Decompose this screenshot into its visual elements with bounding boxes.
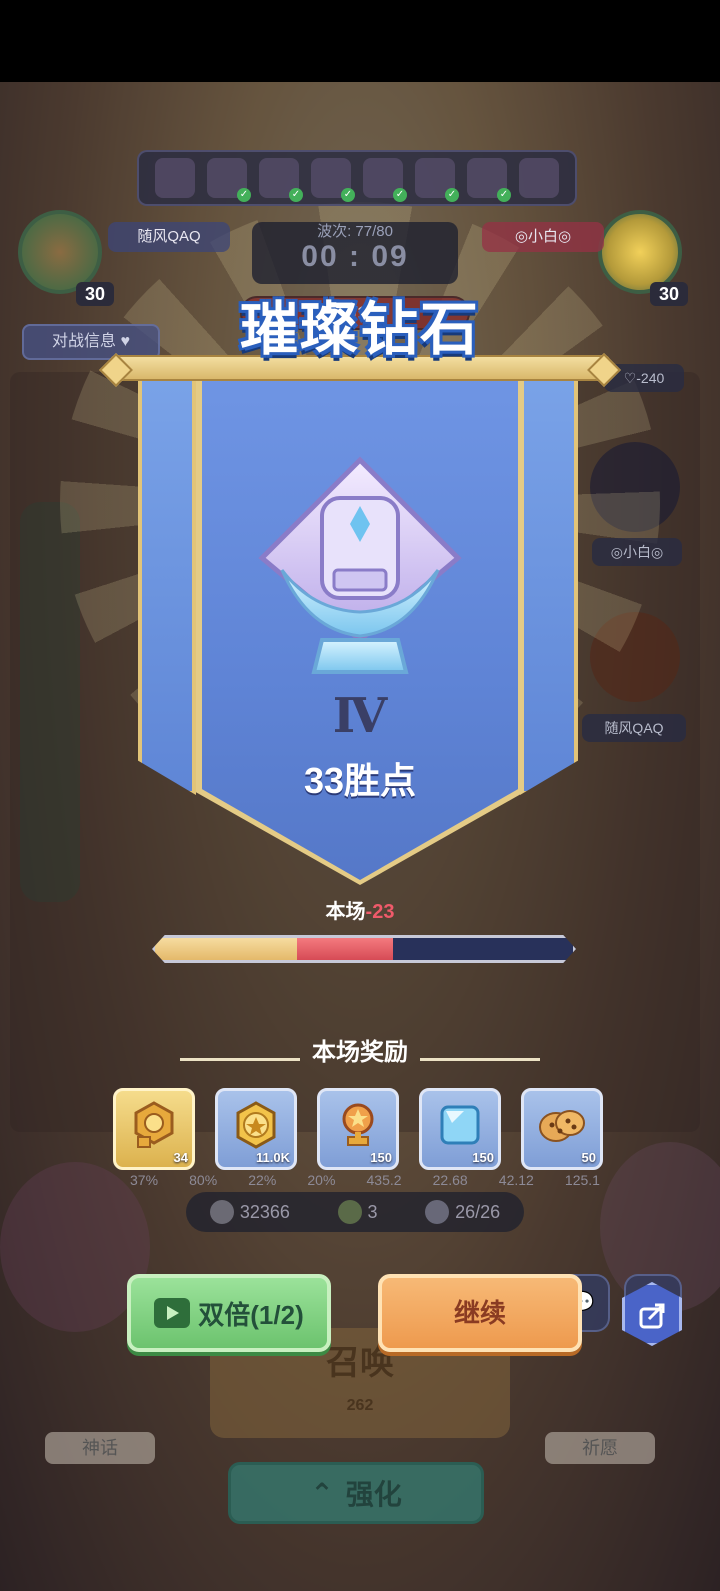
double-reward-label: 双倍(1/2)	[198, 1299, 304, 1330]
gold-key-icon	[134, 1101, 174, 1148]
coin-icon	[209, 1200, 234, 1224]
reward-list: 34 11.0K 150 150 50	[113, 1088, 603, 1170]
hero-unit-slot: ✓	[467, 158, 511, 202]
check-icon: ✓	[237, 188, 251, 202]
win-points: 33胜点	[303, 760, 417, 801]
coins-stat: 32366	[209, 1200, 290, 1224]
myth-tab: 神话	[45, 1432, 155, 1464]
progress-lost-fill	[297, 938, 394, 960]
reward-qty: 50	[581, 1150, 596, 1165]
left-player-name: 随风QAQ	[108, 222, 230, 252]
percent-value: 22.68	[432, 1172, 468, 1188]
check-icon: ✓	[289, 188, 303, 202]
chevron-up-icon: ⌃	[310, 1477, 334, 1509]
units-stat: 26/26	[425, 1200, 500, 1224]
hero-unit-slot: ✓	[311, 158, 355, 202]
percent-value: 435.2	[366, 1172, 402, 1188]
rank-tier: Ⅳ	[332, 688, 388, 744]
cookie-icon	[539, 1110, 585, 1142]
hero-unit-slot: ✓	[259, 158, 303, 202]
right-player-name: ◎小白◎	[482, 222, 604, 252]
percent-value: 22%	[248, 1172, 277, 1188]
units-value: 26/26	[455, 1201, 501, 1222]
match-label: 本场	[325, 901, 366, 923]
gems-value: 3	[367, 1201, 378, 1222]
hero-unit-slot	[155, 158, 195, 198]
percent-value: 80%	[189, 1172, 218, 1188]
gems-stat: 3	[337, 1200, 378, 1224]
opponent-name-tag: ◎小白◎	[592, 538, 682, 566]
hero-unit-slot: ✓	[415, 158, 459, 202]
continue-button[interactable]: 继续	[378, 1274, 582, 1352]
percent-value: 37%	[130, 1172, 159, 1188]
heart-icon: ♡	[623, 370, 637, 386]
gold-coin-icon	[236, 1101, 276, 1149]
wave-counter: 波次: 77/80	[317, 223, 393, 240]
reward-item[interactable]: 150	[419, 1088, 501, 1170]
video-ad-icon	[154, 1298, 191, 1328]
rank-progress-bar	[152, 935, 576, 963]
reward-qty: 34	[173, 1150, 188, 1165]
unit-icon	[425, 1200, 450, 1224]
progress-remaining-fill	[155, 938, 298, 960]
resource-stats: 32366 3 26/26	[186, 1192, 524, 1232]
reward-item[interactable]: 11.0K	[215, 1088, 297, 1170]
reward-qty: 150	[472, 1150, 494, 1165]
reward-item[interactable]: 34	[113, 1088, 195, 1170]
reward-qty: 11.0K	[256, 1150, 290, 1165]
check-icon: ✓	[341, 188, 355, 202]
status-bar	[0, 0, 720, 82]
wish-tab: 祈愿	[545, 1432, 655, 1464]
background-percent-row: 37% 80% 22% 20% 435.2 22.68 42.12 125.1	[130, 1172, 600, 1188]
strengthen-button-bg: ⌃ 强化	[228, 1462, 484, 1524]
ice-cube-icon	[440, 1105, 480, 1145]
reward-item[interactable]: 50	[521, 1088, 603, 1170]
percent-value: 125.1	[564, 1172, 600, 1188]
hero-unit-strip: ✓ ✓ ✓ ✓ ✓ ✓	[137, 150, 577, 206]
share-icon	[639, 1303, 665, 1329]
opponent-hp-value: -240	[636, 370, 665, 386]
coins-value: 32366	[239, 1201, 290, 1222]
summon-cost: 262	[346, 1397, 374, 1414]
hero-unit-slot: ✓	[207, 158, 251, 202]
hero-unit-slot	[519, 158, 559, 198]
diamond-rank-trophy-icon	[258, 456, 462, 674]
match-delta: -23	[365, 901, 395, 923]
round-timer: 00 : 09	[301, 240, 409, 273]
percent-value: 42.12	[498, 1172, 534, 1188]
check-icon: ✓	[445, 188, 459, 202]
reward-qty: 150	[370, 1150, 392, 1165]
double-reward-button[interactable]: 双倍(1/2)	[127, 1274, 331, 1352]
match-point-change: 本场-23	[0, 895, 720, 924]
check-icon: ✓	[393, 188, 407, 202]
rank-title: 璀璨钻石	[239, 297, 480, 362]
strengthen-label: 强化	[345, 1479, 402, 1510]
check-icon: ✓	[497, 188, 511, 202]
gem-icon	[337, 1200, 362, 1224]
rewards-title: 本场奖励	[312, 1039, 408, 1066]
wave-timer-panel: 波次: 77/80 00 : 09	[252, 222, 458, 284]
reward-item[interactable]: 150	[317, 1088, 399, 1170]
hero-unit-slot: ✓	[363, 158, 407, 202]
percent-value: 20%	[307, 1172, 336, 1188]
trophy-medal-icon	[342, 1103, 374, 1146]
